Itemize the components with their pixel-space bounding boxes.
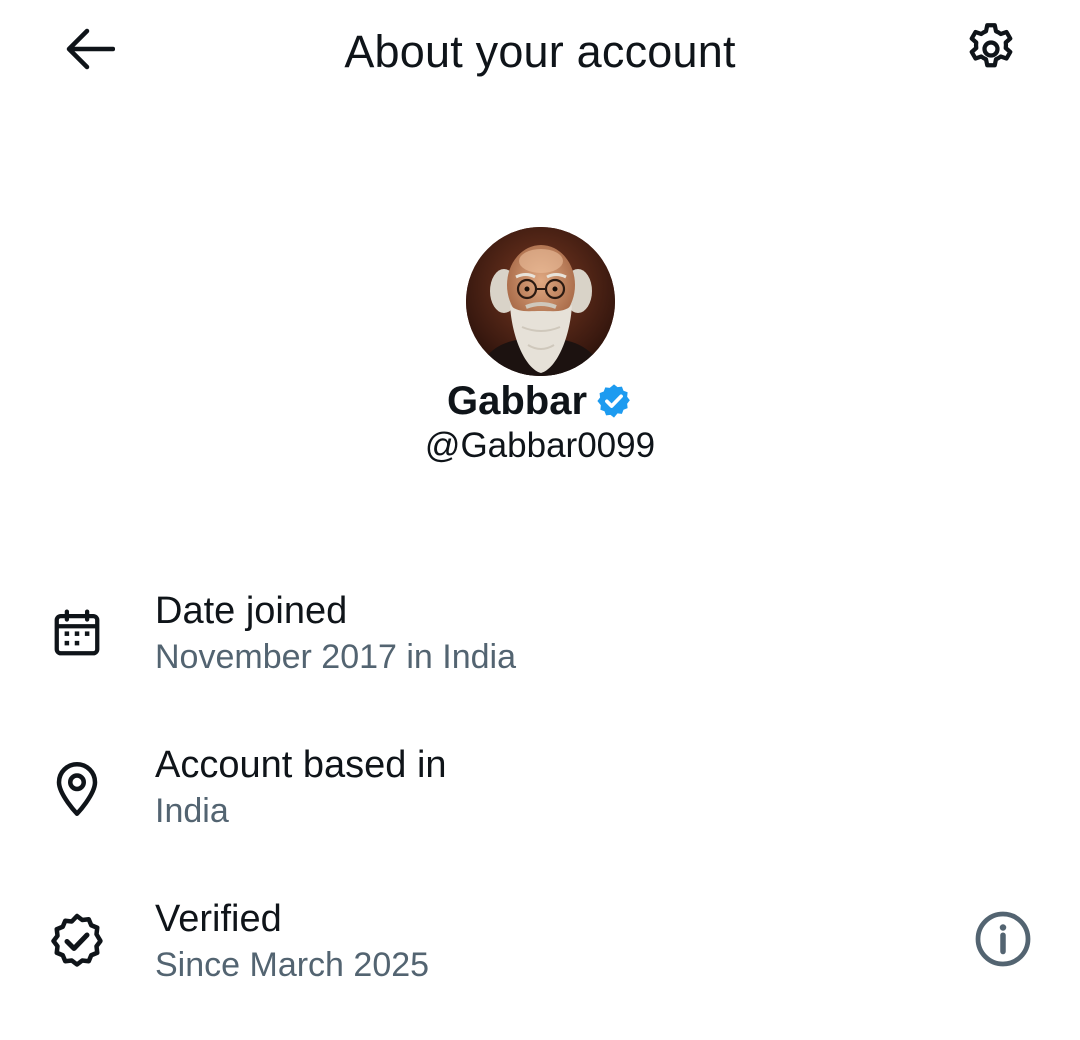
avatar[interactable] — [466, 227, 615, 376]
display-name: Gabbar — [446, 379, 588, 423]
calendar-icon — [46, 602, 108, 664]
account-based-in-label: Account based in — [155, 744, 447, 786]
date-joined-row: Date joined November 2017 in India — [0, 588, 1080, 698]
account-based-in-value: India — [155, 792, 229, 830]
user-handle: @Gabbar0099 — [424, 426, 656, 465]
location-pin-icon — [46, 758, 108, 820]
verified-label: Verified — [155, 898, 282, 940]
about-account-screen: About your account Gabbar @Gabbar0099 Da… — [0, 0, 1080, 1040]
verified-badge-icon[interactable] — [595, 382, 633, 420]
top-bar: About your account — [0, 0, 1080, 104]
verified-row: Verified Since March 2025 — [0, 896, 1080, 1006]
page-title: About your account — [344, 26, 736, 77]
verified-info-button[interactable] — [972, 910, 1034, 972]
account-based-in-row: Account based in India — [0, 742, 1080, 852]
info-icon — [973, 909, 1033, 974]
date-joined-value: November 2017 in India — [155, 638, 517, 676]
settings-button[interactable] — [958, 20, 1024, 82]
date-joined-label: Date joined — [155, 590, 348, 632]
verified-outline-icon — [46, 910, 108, 972]
gear-icon — [961, 19, 1021, 84]
verified-value: Since March 2025 — [155, 946, 430, 984]
name-row: Gabbar — [0, 376, 1080, 426]
